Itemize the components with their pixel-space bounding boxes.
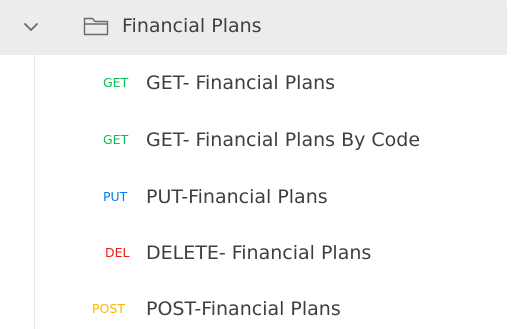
request-name: DELETE- Financial Plans <box>146 242 372 264</box>
request-name: GET- Financial Plans By Code <box>146 129 421 151</box>
method-badge: PUT <box>103 189 128 204</box>
request-item-get-financial-plans[interactable]: GET GET- Financial Plans <box>0 60 507 108</box>
folder-icon <box>83 17 109 36</box>
method-badge: POST <box>92 301 125 316</box>
method-badge: GET <box>103 132 129 147</box>
request-item-put-financial-plans[interactable]: PUT PUT-Financial Plans <box>0 174 507 222</box>
chevron-down-icon[interactable] <box>20 16 42 38</box>
method-badge: DEL <box>105 245 130 260</box>
request-item-get-financial-plans-by-code[interactable]: GET GET- Financial Plans By Code <box>0 117 507 165</box>
collection-tree: Financial Plans GET GET- Financial Plans… <box>0 0 518 329</box>
request-item-post-financial-plans[interactable]: POST POST-Financial Plans <box>0 286 507 329</box>
method-badge: GET <box>103 75 129 90</box>
request-item-delete-financial-plans[interactable]: DEL DELETE- Financial Plans <box>0 230 507 278</box>
folder-row-financial-plans[interactable]: Financial Plans <box>0 0 507 55</box>
request-name: GET- Financial Plans <box>146 72 336 94</box>
folder-label: Financial Plans <box>122 15 262 37</box>
request-name: POST-Financial Plans <box>146 298 341 320</box>
request-name: PUT-Financial Plans <box>146 186 328 208</box>
